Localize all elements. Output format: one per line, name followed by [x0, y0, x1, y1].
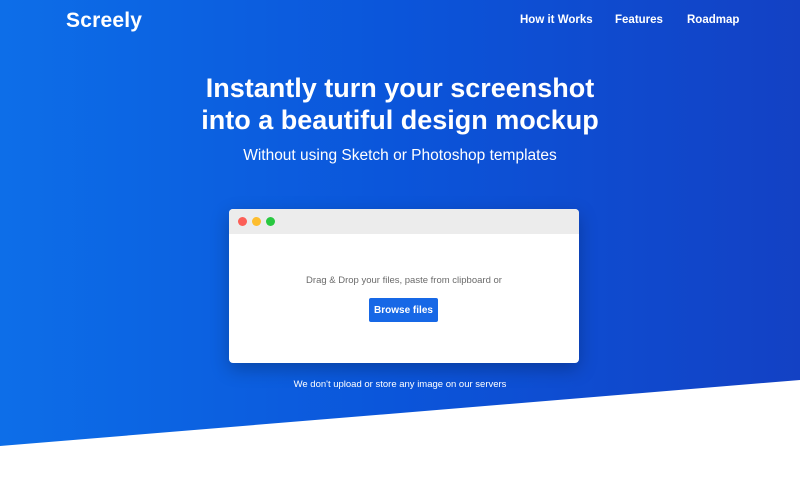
site-logo[interactable]: Screely [66, 9, 142, 33]
landing-page: Screely How it Works Features Roadmap In… [0, 0, 800, 486]
upload-dropzone-window[interactable]: Drag & Drop your files, paste from clipb… [229, 209, 579, 363]
window-titlebar [229, 209, 579, 234]
minimize-dot-icon [252, 217, 261, 226]
dropzone-prompt: Drag & Drop your files, paste from clipb… [306, 275, 502, 286]
nav-link-roadmap[interactable]: Roadmap [687, 14, 739, 26]
hero-headline-line-2: into a beautiful design mockup [201, 105, 599, 135]
browse-files-button[interactable]: Browse files [369, 298, 438, 322]
privacy-note: We don't upload or store any image on ou… [293, 379, 507, 390]
hero-headline-line-1: Instantly turn your screenshot [205, 73, 595, 103]
hero-headline: Instantly turn your screenshot into a be… [0, 72, 800, 136]
nav-link-features[interactable]: Features [615, 14, 663, 26]
top-navigation: Screely How it Works Features Roadmap [0, 0, 800, 44]
nav-link-how-it-works[interactable]: How it Works [520, 14, 593, 26]
hero-subtitle: Without using Sketch or Photoshop templa… [243, 147, 557, 164]
maximize-dot-icon [266, 217, 275, 226]
close-dot-icon [238, 217, 247, 226]
